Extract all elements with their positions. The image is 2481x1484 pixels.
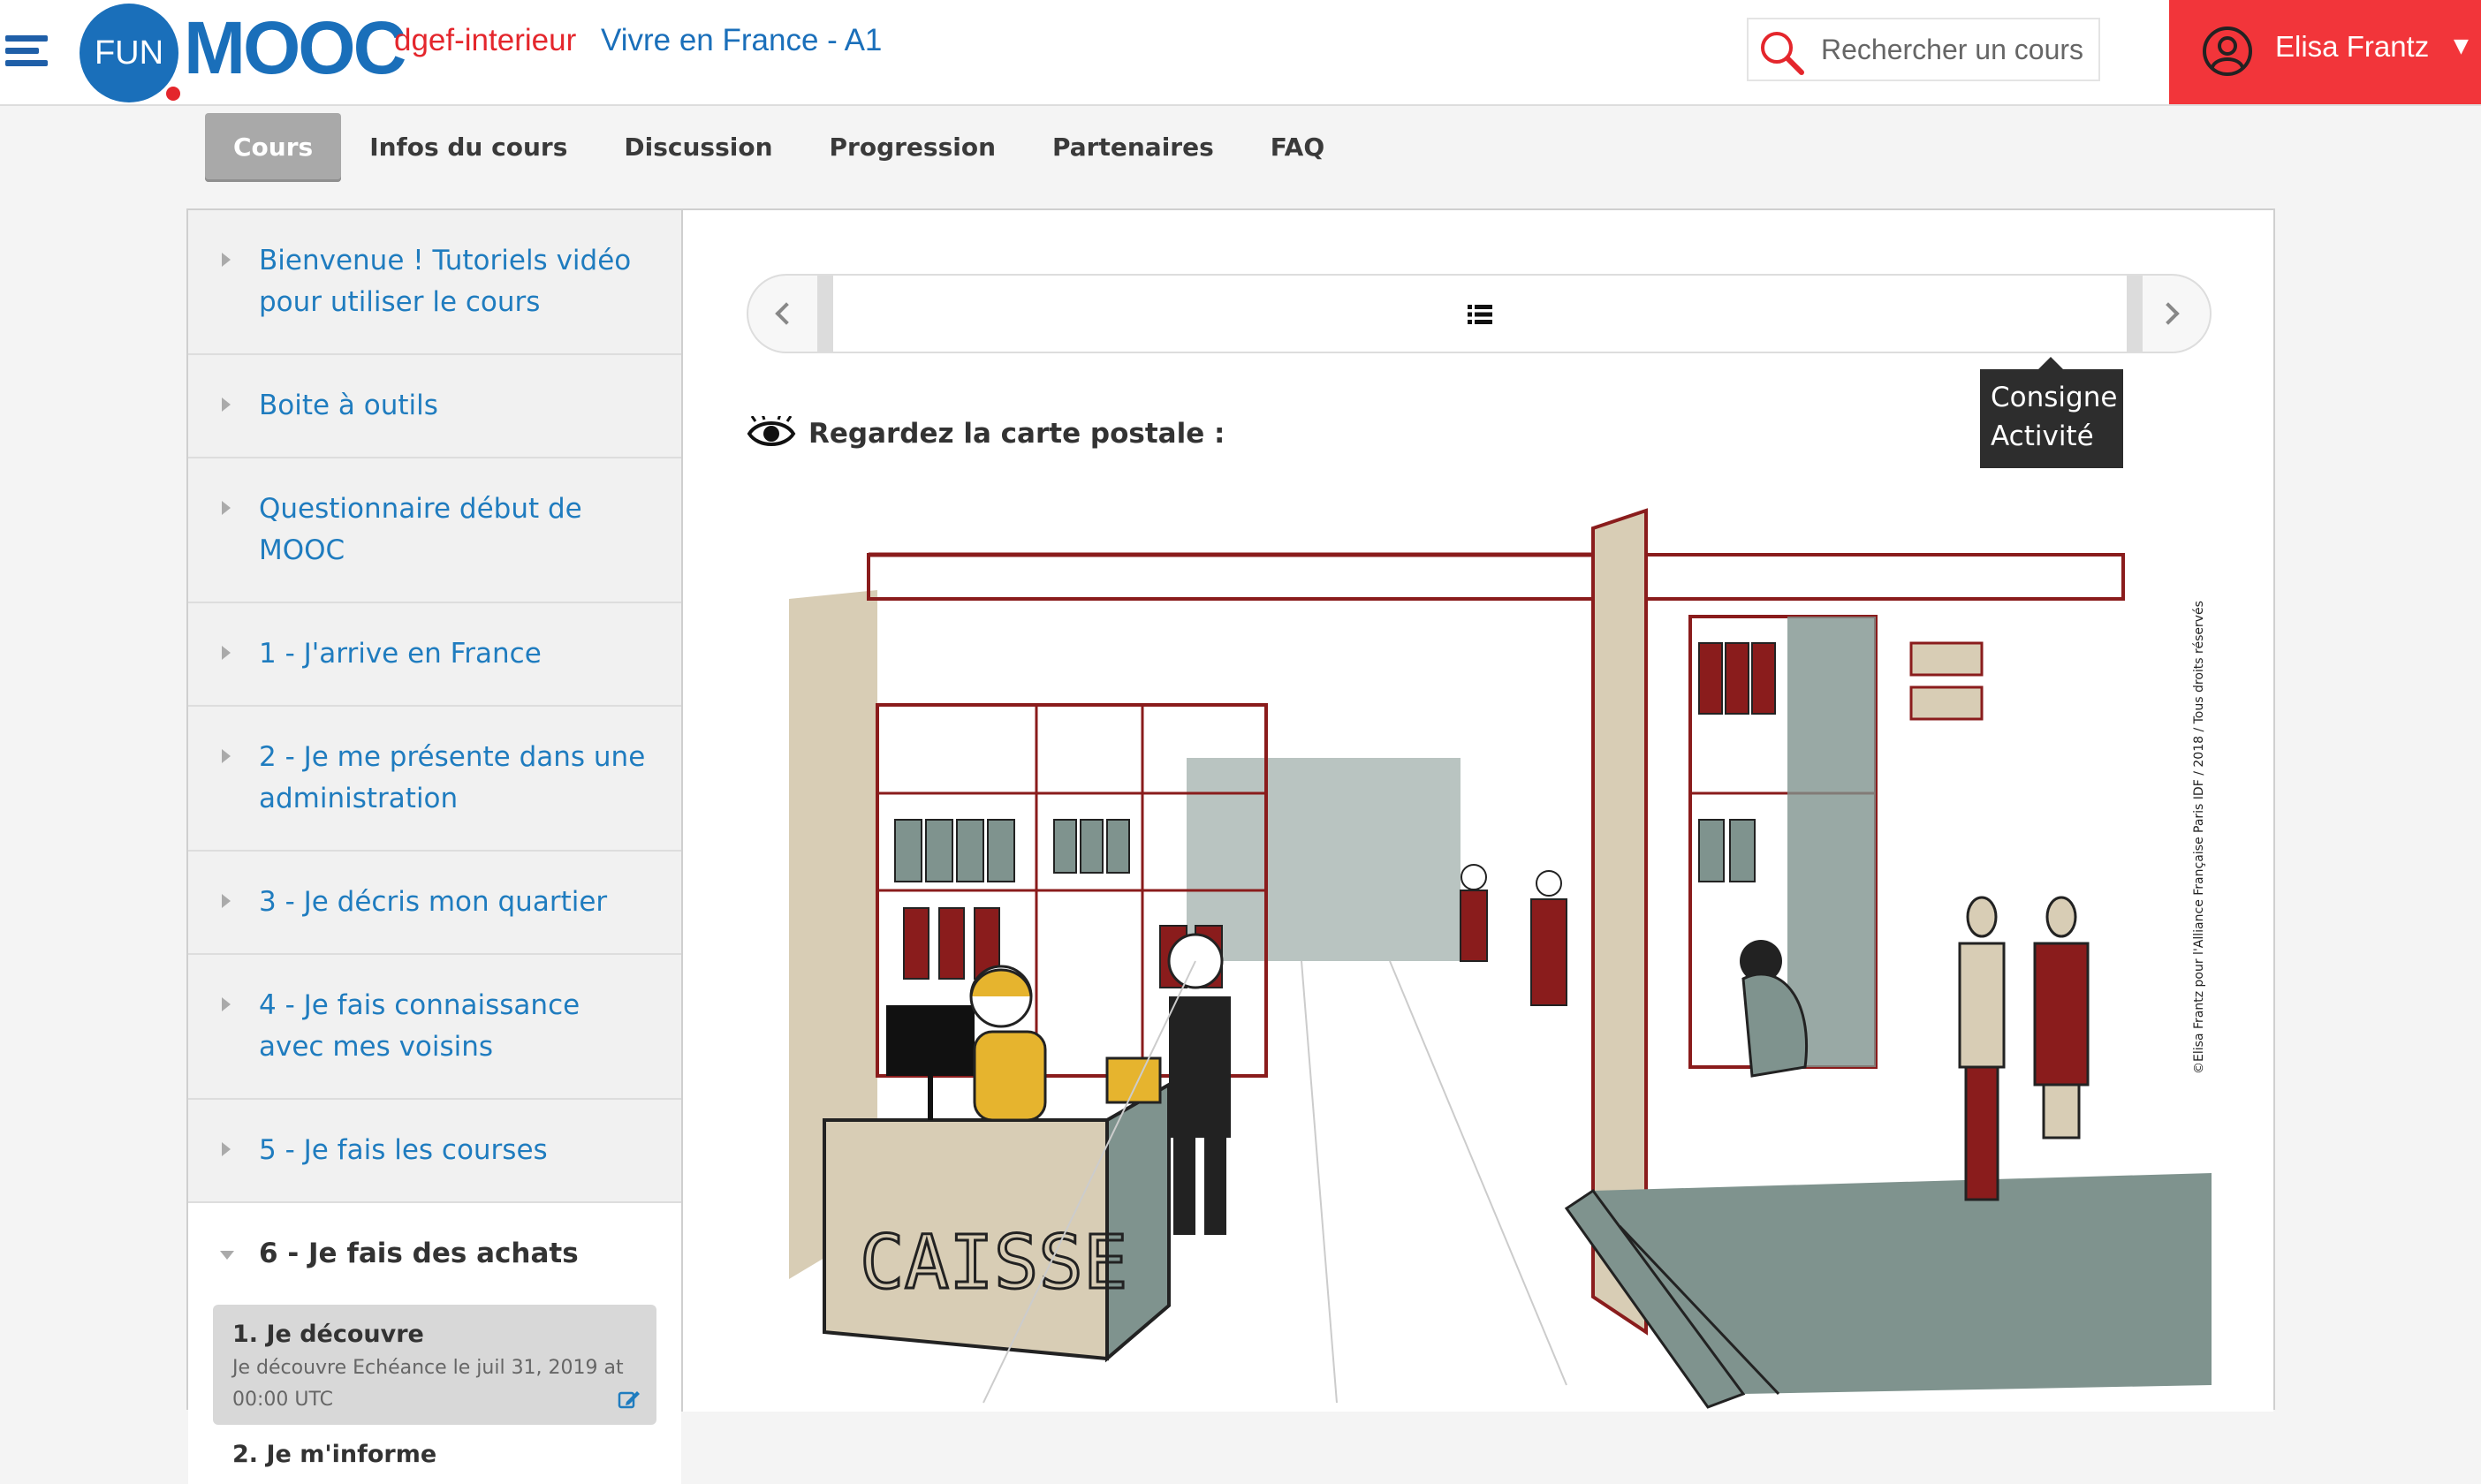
sequence-due-date: Je découvre Echéance le juil 31, 2019 at… bbox=[232, 1357, 624, 1411]
fun-mooc-logo[interactable]: FUN MOOC bbox=[80, 4, 406, 102]
course-organization: dgef-interieur bbox=[394, 23, 577, 57]
caret-right-icon bbox=[222, 1142, 231, 1156]
sequence-tab-active[interactable] bbox=[817, 276, 2143, 352]
sidebar-item-label: 4 - Je fais connaissance avec mes voisin… bbox=[259, 989, 580, 1063]
sidebar-item-chapter-5[interactable]: 5 - Je fais les courses bbox=[188, 1100, 681, 1203]
course-container: Bienvenue ! Tutoriels vidéo pour utilise… bbox=[186, 208, 2275, 1484]
caret-right-icon bbox=[222, 253, 231, 267]
chapter-6-sequences: 1. Je découvre Je découvre Echéance le j… bbox=[188, 1305, 681, 1484]
caret-down-icon bbox=[220, 1251, 234, 1260]
sidebar-item-chapter-4[interactable]: 4 - Je fais connaissance avec mes voisin… bbox=[188, 955, 681, 1100]
postcard-illustration: CAISSE ©Elisa Frantz pour l'Alliance Fra… bbox=[771, 502, 2220, 1412]
sidebar-item-label: 5 - Je fais les courses bbox=[259, 1134, 548, 1166]
sequence-tooltip: Consigne Activité bbox=[1980, 357, 2123, 468]
caret-right-icon bbox=[222, 997, 231, 1011]
tab-infos-du-cours[interactable]: Infos du cours bbox=[341, 113, 596, 182]
tooltip-line: Consigne bbox=[1991, 382, 2118, 413]
course-title: Vivre en France - A1 bbox=[601, 23, 883, 57]
caisse-sign: CAISSE bbox=[860, 1219, 1127, 1306]
sidebar-item-label: 6 - Je fais des achats bbox=[259, 1238, 579, 1269]
logo-mooc-text: MOOC bbox=[184, 6, 406, 89]
caret-right-icon bbox=[222, 646, 231, 660]
sidebar-item-label: Questionnaire début de MOOC bbox=[259, 493, 582, 566]
site-header: FUN MOOC dgef-interieur Vivre en France … bbox=[0, 0, 2481, 106]
sidebar-item-boite-a-outils[interactable]: Boite à outils bbox=[188, 355, 681, 458]
sidebar-item-questionnaire[interactable]: Questionnaire début de MOOC bbox=[188, 458, 681, 603]
search-icon[interactable] bbox=[1757, 28, 1807, 78]
chevron-down-icon: ▼ bbox=[2454, 35, 2469, 57]
tab-discussion[interactable]: Discussion bbox=[596, 113, 800, 182]
tab-cours[interactable]: Cours bbox=[205, 113, 342, 182]
sequence-item-je-decouvre[interactable]: 1. Je découvre Je découvre Echéance le j… bbox=[213, 1305, 656, 1425]
instruction-text: Regardez la carte postale : bbox=[808, 418, 1225, 450]
list-icon bbox=[1468, 305, 1492, 324]
search-placeholder: Rechercher un cours bbox=[1821, 34, 2084, 65]
logo-fun-circle: FUN bbox=[80, 4, 178, 102]
caret-right-icon bbox=[222, 894, 231, 908]
sidebar-item-label: 3 - Je décris mon quartier bbox=[259, 886, 608, 918]
tab-faq[interactable]: FAQ bbox=[1242, 113, 1353, 182]
chevron-right-icon bbox=[2157, 302, 2180, 325]
hamburger-menu-icon[interactable] bbox=[5, 35, 48, 71]
sidebar-item-label: 2 - Je me présente dans une administrati… bbox=[259, 741, 646, 814]
sidebar-item-label: 1 - J'arrive en France bbox=[259, 638, 542, 670]
illustration-credit: ©Elisa Frantz pour l'Alliance Française … bbox=[2192, 601, 2206, 1074]
sidebar-item-chapter-6[interactable]: 6 - Je fais des achats bbox=[188, 1203, 681, 1305]
sidebar-item-chapter-1[interactable]: 1 - J'arrive en France bbox=[188, 603, 681, 707]
course-content: Consigne Activité Regardez la carte post… bbox=[683, 210, 2273, 1412]
user-avatar-icon bbox=[2203, 26, 2252, 76]
user-name: Elisa Frantz bbox=[2275, 30, 2430, 63]
sidebar-item-label: Boite à outils bbox=[259, 390, 438, 421]
user-menu-button[interactable]: Elisa Frantz ▼ bbox=[2169, 0, 2481, 104]
sequence-title: 1. Je découvre bbox=[232, 1321, 424, 1348]
course-outline-sidebar: Bienvenue ! Tutoriels vidéo pour utilise… bbox=[188, 210, 683, 1484]
previous-unit-button[interactable] bbox=[748, 276, 819, 352]
tab-partenaires[interactable]: Partenaires bbox=[1024, 113, 1242, 182]
sidebar-item-bienvenue[interactable]: Bienvenue ! Tutoriels vidéo pour utilise… bbox=[188, 210, 681, 355]
course-tabs: Cours Infos du cours Discussion Progress… bbox=[205, 113, 1353, 182]
caret-right-icon bbox=[222, 749, 231, 763]
sidebar-item-label: Bienvenue ! Tutoriels vidéo pour utilise… bbox=[259, 245, 632, 318]
tooltip-line: Activité bbox=[1991, 420, 2094, 452]
sidebar-item-chapter-3[interactable]: 3 - Je décris mon quartier bbox=[188, 852, 681, 955]
sequence-navigation bbox=[747, 274, 2212, 353]
logo-dot bbox=[166, 87, 180, 101]
caret-right-icon bbox=[222, 501, 231, 515]
edit-icon bbox=[618, 1391, 640, 1409]
next-unit-button[interactable] bbox=[2139, 276, 2210, 352]
search-input[interactable]: Rechercher un cours bbox=[1747, 18, 2100, 81]
activity-instruction: Regardez la carte postale : bbox=[747, 412, 1225, 456]
sequence-item-je-m-informe[interactable]: 2. Je m'informe bbox=[213, 1425, 656, 1484]
caret-right-icon bbox=[222, 398, 231, 412]
chevron-left-icon bbox=[775, 302, 798, 325]
sidebar-item-chapter-2[interactable]: 2 - Je me présente dans une administrati… bbox=[188, 707, 681, 852]
tab-progression[interactable]: Progression bbox=[801, 113, 1025, 182]
eye-icon bbox=[747, 416, 796, 446]
